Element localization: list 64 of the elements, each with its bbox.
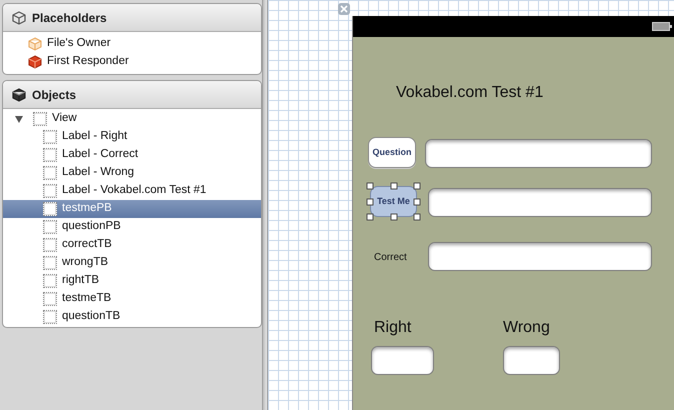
placeholder-item[interactable]: File's Owner	[47, 35, 111, 53]
tree-item[interactable]: Label - Correct	[3, 146, 261, 164]
selection-handle[interactable]	[414, 214, 420, 220]
text-field[interactable]	[371, 346, 434, 375]
tree-item-label: wrongTB	[62, 255, 108, 270]
tree-item[interactable]: questionTB	[3, 308, 261, 326]
view-icon	[43, 292, 57, 306]
text-field[interactable]	[428, 242, 652, 271]
tree-item-label: questionPB	[62, 219, 121, 234]
tree-item[interactable]: correctTB	[3, 236, 261, 254]
text-field[interactable]	[425, 139, 652, 168]
disclosure-triangle-icon[interactable]	[14, 114, 24, 124]
view-icon	[43, 202, 57, 216]
battery-icon	[652, 22, 672, 31]
cube-icon	[28, 37, 42, 51]
tree-item[interactable]: Label - Wrong	[3, 164, 261, 182]
view-icon	[33, 112, 47, 126]
cube-icon	[12, 10, 26, 24]
view-icon	[43, 184, 57, 198]
text-label: Right	[374, 318, 412, 338]
selection-handle[interactable]	[390, 182, 397, 190]
tree-item-label: testmeTB	[62, 291, 112, 306]
tree-item-label: rightTB	[62, 273, 100, 288]
tree-item[interactable]: wrongTB	[3, 254, 261, 272]
tree-item[interactable]: View	[3, 110, 261, 128]
tree-item-label: correctTB	[62, 237, 112, 252]
tree-item-label: questionTB	[62, 309, 120, 324]
tree-item-label: Label - Vokabel.com Test #1	[62, 183, 206, 198]
text-field[interactable]	[428, 188, 652, 217]
section-title: Placeholders	[32, 10, 107, 26]
text-label: Wrong	[503, 318, 550, 338]
view-icon	[43, 256, 57, 270]
selection-handle[interactable]	[366, 198, 374, 205]
view-icon	[43, 130, 57, 144]
tree-item[interactable]: questionPB	[3, 218, 261, 236]
tree-item-label: Label - Correct	[62, 147, 138, 162]
selection-handle[interactable]	[390, 214, 397, 220]
tree-item[interactable]: rightTB	[3, 272, 261, 290]
cube-icon	[12, 88, 26, 102]
text-label: Correct	[374, 250, 407, 264]
view-icon	[43, 148, 57, 162]
view-icon	[43, 238, 57, 252]
tree-item[interactable]: testmeTB	[3, 290, 261, 308]
tree-item-label: View	[52, 111, 77, 126]
tree-item-label: Label - Right	[62, 129, 128, 144]
tree-item-label: Label - Wrong	[62, 165, 134, 180]
selection-handle[interactable]	[366, 214, 374, 220]
round-button[interactable]: Test Me	[370, 186, 417, 217]
view-icon	[43, 166, 57, 180]
tree-item[interactable]: Label - Vokabel.com Test #1	[3, 182, 261, 200]
cube-icon	[28, 55, 42, 69]
selection-handle[interactable]	[414, 198, 420, 205]
tree-item[interactable]: Label - Right	[3, 128, 261, 146]
selection-handle[interactable]	[414, 182, 420, 190]
view-icon	[43, 274, 57, 288]
section-title: Objects	[32, 86, 76, 104]
tree-item-label: testmePB	[62, 201, 112, 216]
selection-handle[interactable]	[366, 182, 374, 190]
round-button[interactable]: Question	[368, 137, 416, 168]
view-icon	[43, 310, 57, 324]
placeholder-item[interactable]: First Responder	[47, 53, 129, 71]
text-label: Vokabel.com Test #1	[396, 83, 544, 103]
text-field[interactable]	[503, 346, 560, 375]
view-icon	[43, 220, 57, 234]
